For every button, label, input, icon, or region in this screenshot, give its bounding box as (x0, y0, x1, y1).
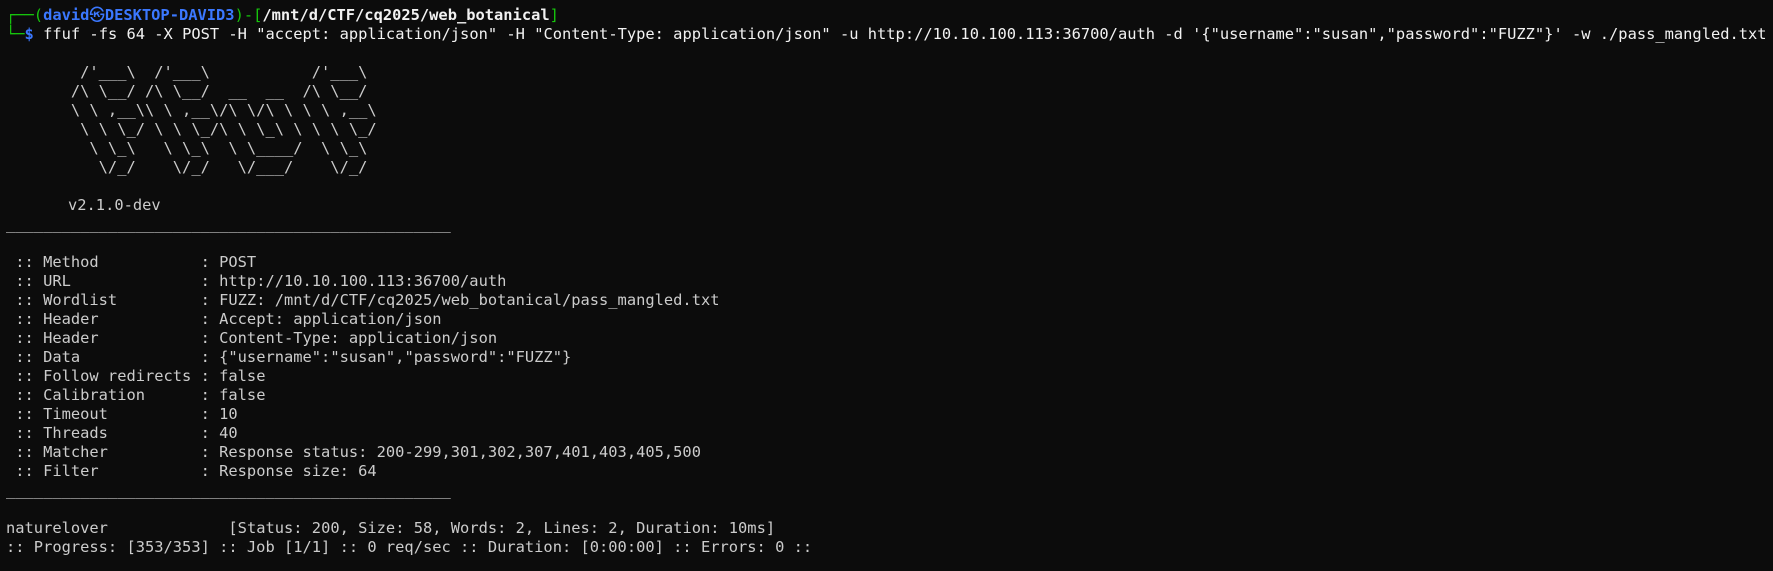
config-row-matcher: :: Matcher : Response status: 200-299,30… (6, 443, 1773, 462)
config-value: Content-Type: application/json (219, 329, 498, 347)
separator-line: ________________________________________… (6, 215, 451, 233)
banner-line: \ \ ,__\\ \ ,__\/\ \/\ \ \ \ ,__\ (6, 101, 377, 119)
config-value: false (219, 367, 266, 385)
config-key: :: Threads : (6, 424, 220, 442)
result-gap (108, 519, 228, 537)
banner-line: /'___\ /'___\ /'___\ (6, 63, 368, 81)
ffuf-ascii-banner: /'___\ /'___\ /'___\ /\ \__/ /\ \__/ __ … (6, 63, 1773, 177)
config-key: :: Header : (6, 329, 220, 347)
config-row-header: :: Header : Accept: application/json (6, 310, 1773, 329)
config-key: :: Follow redirects : (6, 367, 220, 385)
config-row-wordlist: :: Wordlist : FUZZ: /mnt/d/CTF/cq2025/we… (6, 291, 1773, 310)
terminal-window[interactable]: ┌──(david㉿DESKTOP-DAVID3)-[/mnt/d/CTF/cq… (0, 0, 1773, 571)
prompt-end: ] (549, 6, 559, 24)
config-list: :: Method : POST :: URL : http://10.10.1… (6, 253, 1773, 481)
banner-line: /\ \__/ /\ \__/ __ __ /\ \__/ (6, 82, 368, 100)
config-key: :: Calibration : (6, 386, 220, 404)
config-key: :: Matcher : (6, 443, 220, 461)
config-row-follow-redirects: :: Follow redirects : false (6, 367, 1773, 386)
config-row-threads: :: Threads : 40 (6, 424, 1773, 443)
config-value: Response status: 200-299,301,302,307,401… (219, 443, 701, 461)
separator-line: ________________________________________… (6, 481, 451, 499)
config-value: POST (219, 253, 257, 271)
prompt-path: /mnt/d/CTF/cq2025/web_botanical (262, 6, 550, 24)
prompt-user: david (43, 6, 90, 24)
config-row-header: :: Header : Content-Type: application/js… (6, 329, 1773, 348)
prompt-host: DESKTOP-DAVID3 (104, 6, 235, 24)
result-stats: [Status: 200, Size: 58, Words: 2, Lines:… (228, 519, 776, 537)
config-row-timeout: :: Timeout : 10 (6, 405, 1773, 424)
config-key: :: Method : (6, 253, 220, 271)
progress-line: :: Progress: [353/353] :: Job [1/1] :: 0… (6, 538, 813, 556)
command-text[interactable]: ffuf -fs 64 -X POST -H "accept: applicat… (34, 25, 1766, 43)
banner-line: \ \ \_/ \ \ \_/\ \ \_\ \ \ \ \_/ (6, 120, 377, 138)
config-key: :: Data : (6, 348, 220, 366)
config-value: 40 (219, 424, 238, 442)
prompt-box-bottom: └─ (6, 25, 25, 43)
version-text: v2.1.0-dev (68, 196, 161, 214)
result-word: naturelover (6, 519, 108, 537)
config-row-url: :: URL : http://10.10.100.113:36700/auth (6, 272, 1773, 291)
config-key: :: Header : (6, 310, 220, 328)
prompt-mid: )-[ (234, 6, 263, 24)
config-value: Accept: application/json (219, 310, 442, 328)
result-row: naturelover [Status: 200, Size: 58, Word… (6, 519, 1773, 538)
config-row-method: :: Method : POST (6, 253, 1773, 272)
config-key: :: Wordlist : (6, 291, 220, 309)
prompt-line-top: ┌──(david㉿DESKTOP-DAVID3)-[/mnt/d/CTF/cq… (6, 6, 1773, 25)
config-row-calibration: :: Calibration : false (6, 386, 1773, 405)
config-row-filter: :: Filter : Response size: 64 (6, 462, 1773, 481)
config-row-data: :: Data : {"username":"susan","password"… (6, 348, 1773, 367)
config-key: :: Filter : (6, 462, 220, 480)
config-value: {"username":"susan","password":"FUZZ"} (219, 348, 572, 366)
config-value: FUZZ: /mnt/d/CTF/cq2025/web_botanical/pa… (219, 291, 720, 309)
config-value: false (219, 386, 266, 404)
at-skull-icon: ㉿ (89, 6, 105, 24)
prompt-dollar: $ (24, 25, 34, 43)
config-value: http://10.10.100.113:36700/auth (219, 272, 507, 290)
config-value: 10 (219, 405, 238, 423)
config-key: :: URL : (6, 272, 220, 290)
banner-line: \/_/ \/_/ \/___/ \/_/ (6, 158, 368, 176)
prompt-box-top: ┌──( (6, 6, 44, 24)
banner-line: \ \_\ \ \_\ \ \____/ \ \_\ (6, 139, 368, 157)
prompt-line-command[interactable]: └─$ ffuf -fs 64 -X POST -H "accept: appl… (6, 25, 1773, 44)
config-value: Response size: 64 (219, 462, 377, 480)
config-key: :: Timeout : (6, 405, 220, 423)
